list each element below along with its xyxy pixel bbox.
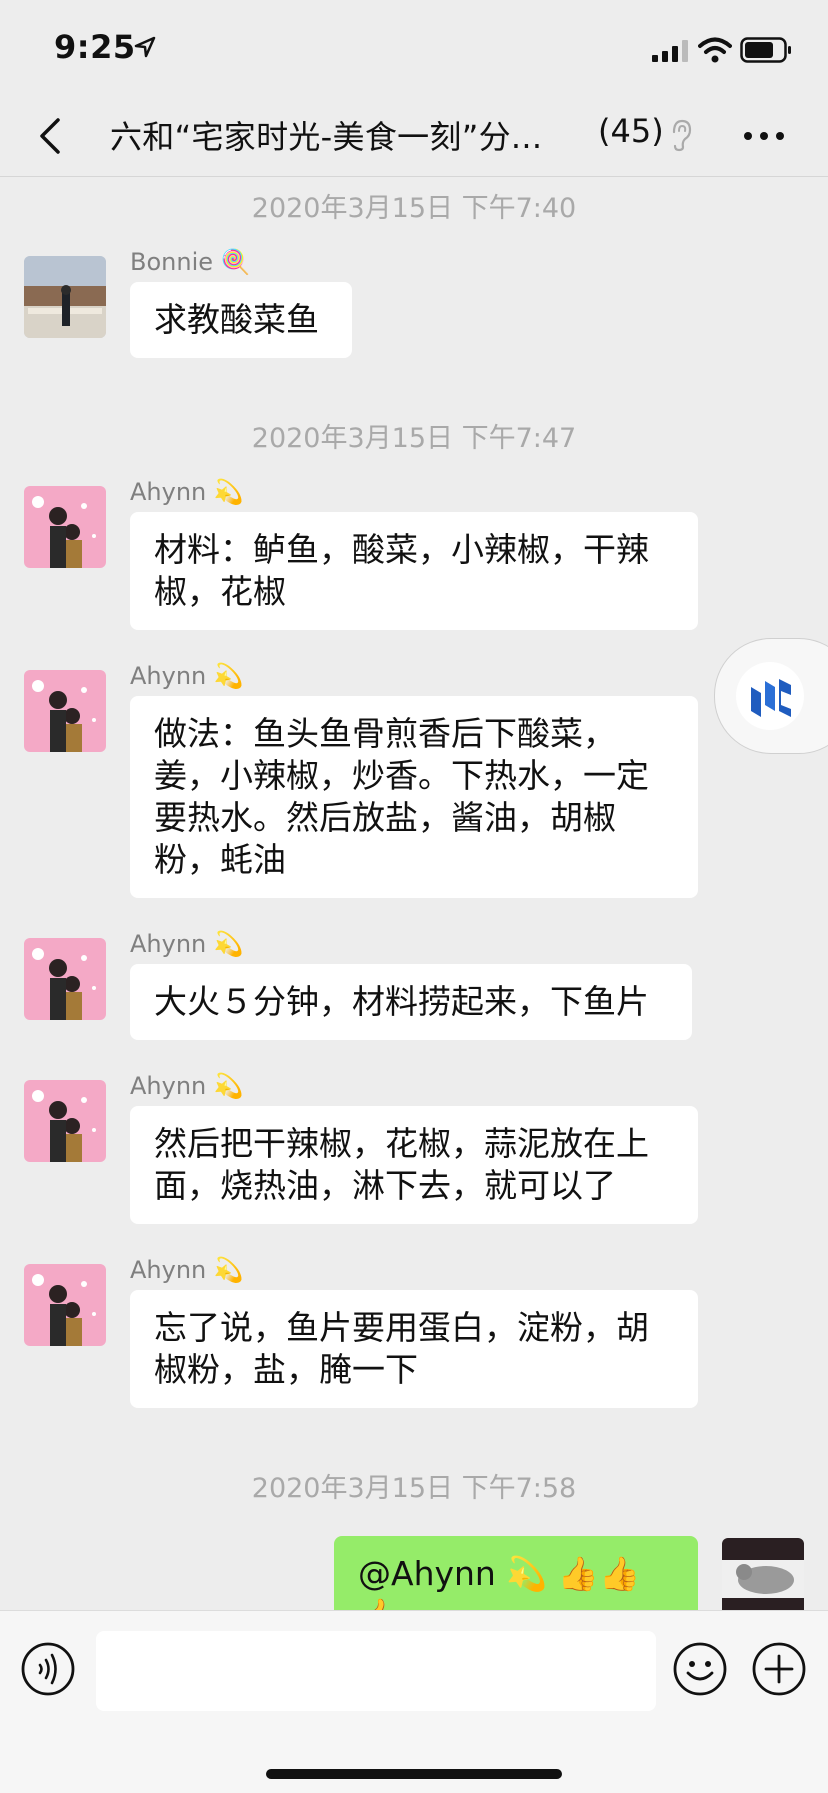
- sender-name: Ahynn 💫: [130, 1256, 244, 1284]
- message-bubble[interactable]: 求教酸菜鱼: [130, 282, 352, 358]
- message-timestamp: 2020年3月15日 下午7:47: [251, 423, 577, 454]
- battery-icon: [740, 37, 791, 63]
- status-bar: 9:25: [0, 0, 828, 96]
- app-logo-icon: [736, 662, 804, 730]
- avatar-ahynn[interactable]: [24, 938, 106, 1020]
- sender-name: Ahynn 💫: [130, 478, 244, 506]
- message-list[interactable]: 2020年3月15日 下午7:40 Bonnie 🍭 求教酸菜鱼 2020年3月…: [0, 176, 828, 1610]
- add-attachment-icon[interactable]: [751, 1641, 807, 1697]
- location-arrow-icon: [134, 36, 156, 58]
- sender-name: Ahynn 💫: [130, 930, 244, 958]
- back-chevron-icon[interactable]: [28, 110, 76, 162]
- avatar-ahynn[interactable]: [24, 1080, 106, 1162]
- message-bubble[interactable]: 忘了说，鱼片要用蛋白，淀粉，胡椒粉，盐，腌一下: [130, 1290, 698, 1408]
- chat-header: 六和“宅家时光-美食一刻”分... (45): [0, 96, 828, 177]
- group-member-count: (45): [598, 112, 664, 150]
- sender-name: Bonnie 🍭: [130, 248, 251, 276]
- avatar-ahynn[interactable]: [24, 1264, 106, 1346]
- group-chat-title[interactable]: 六和“宅家时光-美食一刻”分...: [110, 112, 542, 158]
- message-bubble[interactable]: 大火５分钟，材料捞起来，下鱼片: [130, 964, 692, 1040]
- message-bubble[interactable]: 材料：鲈鱼，酸菜，小辣椒，干辣椒，花椒: [130, 512, 698, 630]
- more-options-icon[interactable]: [740, 120, 788, 152]
- avatar-ahynn[interactable]: [24, 670, 106, 752]
- cellular-signal-icon: [652, 40, 688, 62]
- status-time: 9:25: [54, 28, 136, 66]
- sender-name: Ahynn 💫: [130, 1072, 244, 1100]
- ear-mode-icon: [672, 119, 692, 152]
- my-message-bubble[interactable]: @Ahynn 💫 👍👍👍: [334, 1536, 698, 1610]
- voice-input-icon[interactable]: [20, 1641, 76, 1697]
- message-timestamp: 2020年3月15日 下午7:40: [251, 193, 577, 224]
- message-bubble[interactable]: 然后把干辣椒，花椒，蒜泥放在上面，烧热油，淋下去，就可以了: [130, 1106, 698, 1224]
- avatar-me[interactable]: [722, 1538, 804, 1610]
- emoji-icon[interactable]: [672, 1641, 728, 1697]
- floating-assistant-button[interactable]: [714, 638, 828, 754]
- message-input[interactable]: [96, 1631, 656, 1711]
- message-timestamp: 2020年3月15日 下午7:58: [251, 1473, 577, 1504]
- avatar-bonnie[interactable]: [24, 256, 106, 338]
- sender-name: Ahynn 💫: [130, 662, 244, 690]
- home-indicator[interactable]: [266, 1769, 562, 1779]
- chat-input-bar: [0, 1610, 828, 1793]
- message-bubble[interactable]: 做法：鱼头鱼骨煎香后下酸菜，姜，小辣椒，炒香。下热水，一定要热水。然后放盐，酱油…: [130, 696, 698, 898]
- avatar-ahynn[interactable]: [24, 486, 106, 568]
- wifi-icon: [698, 37, 732, 63]
